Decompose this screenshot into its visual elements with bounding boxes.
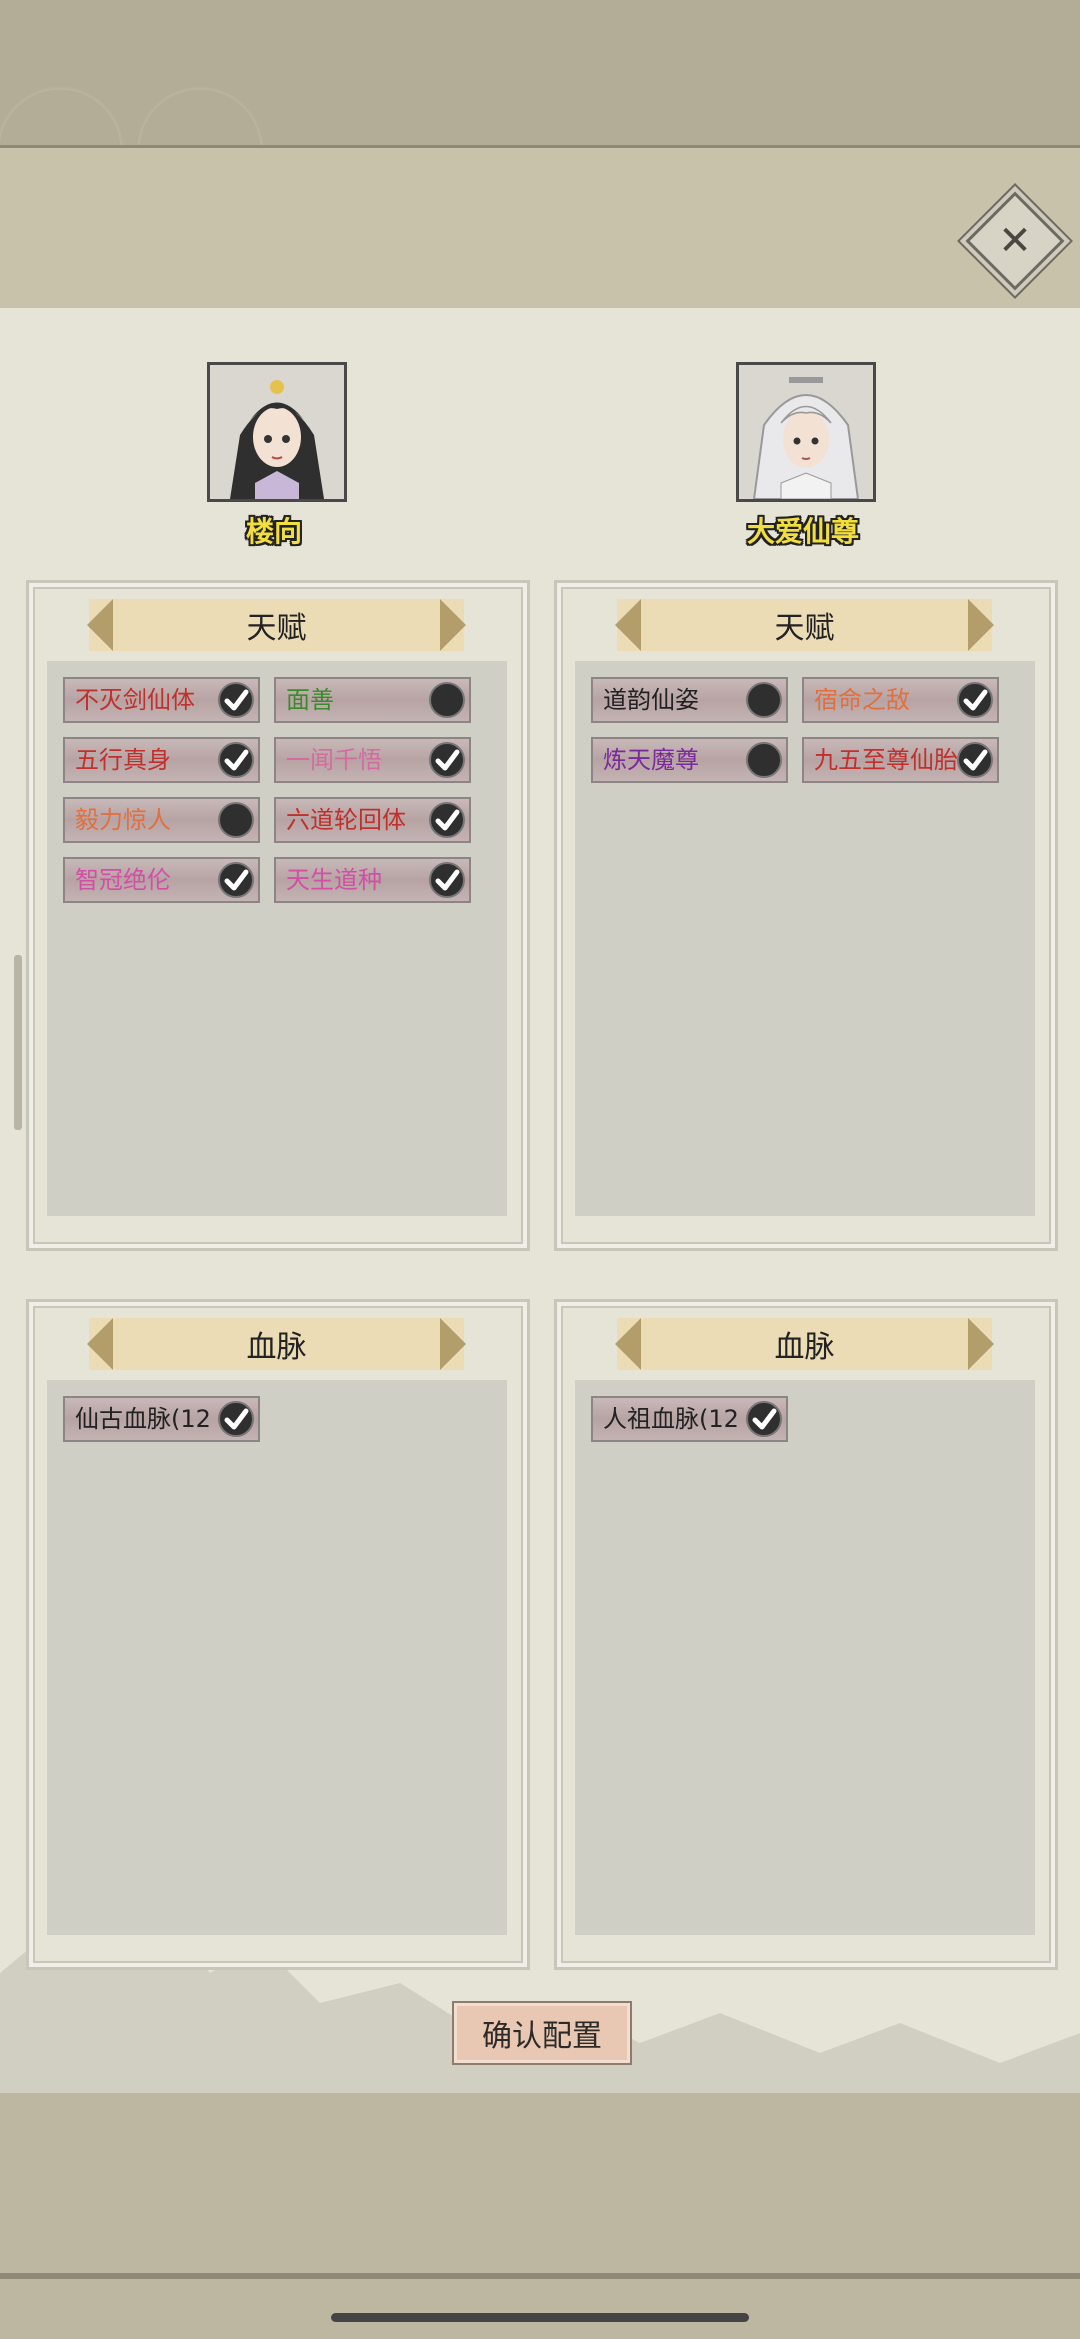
talent-chip[interactable]: 五行真身 (63, 737, 260, 783)
bottom-decor-band (0, 2093, 1080, 2339)
checkmark-icon[interactable] (218, 862, 254, 898)
checkmark-icon[interactable] (218, 742, 254, 778)
talent-chip[interactable]: 道韵仙姿 (591, 677, 788, 723)
character-name-left: 楼向 (245, 515, 302, 548)
confirm-button[interactable]: 确认配置 (452, 2001, 632, 2065)
bloodline-banner-left: 血脉 (89, 1318, 464, 1370)
talent-chip[interactable]: 九五至尊仙胎 (802, 737, 999, 783)
unchecked-circle-icon[interactable] (746, 682, 782, 718)
talent-panel-left: 天赋 不灭剑仙体 面善 五行真身 一闻千悟 毅力惊人 六道轮回体 智冠绝伦 天生道种 (26, 580, 530, 1251)
avatar-right[interactable] (736, 362, 876, 502)
talent-chip[interactable]: 炼天魔尊 (591, 737, 788, 783)
talent-banner-right: 天赋 (617, 599, 992, 651)
bloodline-chip[interactable]: 仙古血脉(12 (63, 1396, 260, 1442)
talent-chip[interactable]: 六道轮回体 (274, 797, 471, 843)
talent-chip[interactable]: 毅力惊人 (63, 797, 260, 843)
portrait-left (210, 365, 344, 499)
checkmark-icon[interactable] (429, 742, 465, 778)
checkmark-icon[interactable] (218, 1401, 254, 1437)
talent-title-left: 天赋 (246, 611, 307, 646)
talent-list-left: 不灭剑仙体 面善 五行真身 一闻千悟 毅力惊人 六道轮回体 智冠绝伦 天生道种 (47, 661, 507, 1216)
character-name-right: 大爱仙尊 (746, 515, 859, 548)
bloodline-list-left: 仙古血脉(12 (47, 1380, 507, 1935)
bloodline-title-left: 血脉 (246, 1330, 307, 1365)
header-bar (0, 148, 1080, 308)
talent-chip[interactable]: 宿命之敌 (802, 677, 999, 723)
checkmark-icon[interactable] (218, 682, 254, 718)
close-icon: ✕ (998, 218, 1032, 264)
checkmark-icon[interactable] (429, 862, 465, 898)
unchecked-circle-icon[interactable] (746, 742, 782, 778)
unchecked-circle-icon[interactable] (218, 802, 254, 838)
talent-chip[interactable]: 一闻千悟 (274, 737, 471, 783)
bloodline-list-right: 人祖血脉(12 (575, 1380, 1035, 1935)
bloodline-chip[interactable]: 人祖血脉(12 (591, 1396, 788, 1442)
avatar-left[interactable] (207, 362, 347, 502)
home-indicator[interactable] (331, 2313, 749, 2322)
talent-chip[interactable]: 不灭剑仙体 (63, 677, 260, 723)
checkmark-icon[interactable] (429, 802, 465, 838)
talent-chip[interactable]: 面善 (274, 677, 471, 723)
talent-chip[interactable]: 智冠绝伦 (63, 857, 260, 903)
talent-banner-left: 天赋 (89, 599, 464, 651)
checkmark-icon[interactable] (746, 1401, 782, 1437)
bloodline-panel-left: 血脉 仙古血脉(12 (26, 1299, 530, 1970)
side-handle[interactable] (14, 955, 22, 1130)
checkmark-icon[interactable] (957, 742, 993, 778)
talent-title-right: 天赋 (774, 611, 835, 646)
bloodline-panel-right: 血脉 人祖血脉(12 (554, 1299, 1058, 1970)
portrait-right (739, 365, 873, 499)
bloodline-banner-right: 血脉 (617, 1318, 992, 1370)
talent-list-right: 道韵仙姿 宿命之敌 炼天魔尊 九五至尊仙胎 (575, 661, 1035, 1216)
unchecked-circle-icon[interactable] (429, 682, 465, 718)
top-decor-band (0, 0, 1080, 148)
bloodline-title-right: 血脉 (774, 1330, 835, 1365)
talent-panel-right: 天赋 道韵仙姿 宿命之敌 炼天魔尊 九五至尊仙胎 (554, 580, 1058, 1251)
talent-chip[interactable]: 天生道种 (274, 857, 471, 903)
checkmark-icon[interactable] (957, 682, 993, 718)
